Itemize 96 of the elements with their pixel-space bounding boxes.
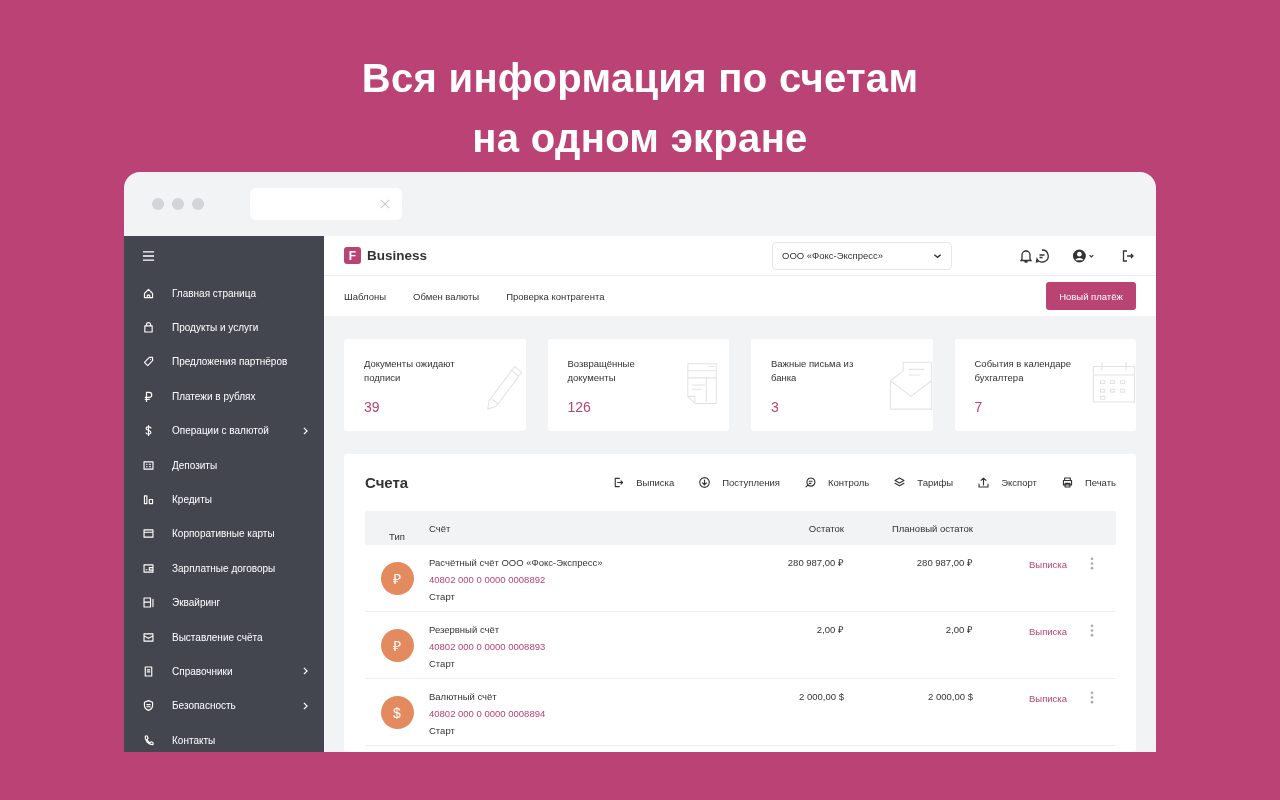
sidebar-item[interactable]: Зарплатные договоры (124, 551, 324, 586)
terminal-icon (142, 596, 155, 610)
sidebar-item[interactable]: Корпоративные карты (124, 516, 324, 552)
search-icon[interactable] (804, 476, 817, 489)
column-header: Плановый остаток (890, 522, 973, 534)
account-name: Валютный счёт (429, 690, 498, 703)
balance-cell-text: 2,00 ₽ (815, 623, 844, 636)
logo-icon: F (344, 247, 361, 264)
column-header: Остаток (807, 522, 844, 534)
panel-title: Счета (365, 474, 409, 491)
tariff-text: Старт (429, 657, 456, 670)
window-dot[interactable] (172, 198, 184, 210)
summary-card[interactable]: Важные письма из банка 3 (751, 339, 933, 431)
logout-icon[interactable] (1120, 247, 1136, 264)
wallet-icon (142, 561, 155, 575)
statement-link[interactable]: Выписка (973, 612, 1067, 638)
caret-icon (933, 252, 942, 259)
sidebar-item[interactable]: Главная страница (124, 276, 324, 311)
ruble-icon (142, 389, 155, 403)
home-icon (142, 286, 155, 300)
action-link[interactable]: Поступления (722, 477, 780, 488)
action-link[interactable]: Тарифы (917, 477, 954, 488)
brand-name: Business (367, 248, 428, 263)
coins-icon (142, 493, 155, 507)
menu-icon[interactable] (142, 250, 155, 262)
phone-icon (142, 733, 155, 747)
user-icon[interactable] (1072, 247, 1096, 264)
balance-cell-text: 280 987,00 ₽ (786, 556, 844, 569)
summary-card[interactable]: События в календаре бухгалтера 7 (954, 339, 1136, 431)
account-name: Расчётный счёт ООО «Фокс-Экспресс» (429, 556, 604, 569)
sidebar-item[interactable]: Безопасность (124, 688, 324, 724)
sidebar-item[interactable]: Предложения партнёров (124, 344, 324, 380)
card-count: 126 (567, 399, 592, 415)
sidebar-item[interactable]: Контакты (124, 723, 324, 752)
tariff-text: Старт (429, 724, 456, 737)
sidebar-item[interactable]: Продукты и услуги (124, 310, 324, 345)
window-dot[interactable] (152, 198, 164, 210)
balance-cell-text: 2 000,00 $ (798, 690, 844, 703)
sidebar-item[interactable]: Эквайринг (124, 585, 324, 620)
account-number[interactable]: 40802 000 0 0000 0008893 (429, 640, 714, 653)
card-label: Документы ожидают подписи (364, 357, 456, 385)
nav-link[interactable]: Шаблоны (344, 290, 386, 302)
summary-card[interactable]: Возвращённые документы 126 (547, 339, 729, 431)
action-link[interactable]: Печать (1084, 477, 1116, 488)
account-name: Резервный счёт (429, 623, 501, 636)
layers-icon[interactable] (893, 476, 907, 489)
dollar-icon (142, 424, 155, 438)
export-icon[interactable] (612, 476, 626, 489)
card-count: 3 (771, 399, 780, 415)
sidebar-item[interactable]: Кредиты (124, 482, 324, 517)
sidebar-item[interactable]: Справочники (124, 654, 324, 689)
summary-card[interactable]: Документы ожидают подписи 39 (344, 339, 526, 431)
currency-badge: $ (380, 696, 414, 729)
action-link[interactable]: Экспорт (1001, 477, 1037, 488)
nav-link[interactable]: Обмен валюты (413, 290, 480, 302)
shield-icon (142, 699, 155, 713)
sidebar-item[interactable]: Платежи в рублях (124, 379, 324, 414)
planned-balance-cell-text: 2,00 ₽ (944, 623, 973, 636)
card-label: Возвращённые документы (567, 357, 636, 385)
envelope-icon (142, 630, 155, 644)
tag-icon (142, 355, 155, 369)
chat-icon[interactable] (1034, 247, 1050, 264)
tariff-text: Старт (429, 590, 456, 603)
book-icon (142, 665, 155, 678)
sidebar-item[interactable]: Выставление счёта (124, 619, 324, 655)
headline-text: на одном экране (472, 115, 808, 162)
new-payment-button[interactable]: Новый платёж (1046, 282, 1136, 310)
column-header: Тип (388, 530, 406, 542)
action-link[interactable]: Контроль (828, 477, 870, 488)
currency-badge: ₽ (380, 629, 414, 662)
window-dot[interactable] (192, 198, 204, 210)
company-select[interactable]: ООО «Фокс-Экспресс» (772, 241, 952, 270)
sidebar-item[interactable]: Операции с валютой (124, 413, 324, 448)
currency-badge: ₽ (380, 562, 414, 595)
account-number[interactable]: 40802 000 0 0000 0008892 (429, 573, 714, 586)
upload-icon[interactable] (977, 476, 991, 489)
headline-text: Вся информация по счетам (361, 55, 919, 102)
statement-link[interactable]: Выписка (973, 679, 1067, 705)
action-link[interactable]: Выписка (636, 477, 675, 488)
card-label: События в календаре бухгалтера (974, 357, 1073, 385)
column-header: Счёт (429, 522, 452, 534)
card-icon (142, 527, 155, 541)
card-label: Важные письма из банка (771, 357, 855, 385)
sidebar-item[interactable]: Депозиты (124, 447, 324, 483)
account-number[interactable]: 40802 000 0 0000 0008894 (429, 707, 714, 720)
safe-icon (142, 458, 155, 472)
download-icon[interactable] (698, 476, 712, 489)
planned-balance-cell-text: 2 000,00 $ (927, 690, 973, 703)
statement-link[interactable]: Выписка (973, 545, 1067, 571)
printer-icon[interactable] (1060, 476, 1074, 489)
planned-balance-cell-text: 280 987,00 ₽ (915, 556, 973, 569)
card-count: 39 (364, 399, 381, 415)
card-count: 7 (974, 399, 984, 415)
bell-icon[interactable] (1018, 247, 1034, 264)
bag-icon (142, 321, 155, 335)
nav-link[interactable]: Проверка контрагента (506, 290, 605, 302)
